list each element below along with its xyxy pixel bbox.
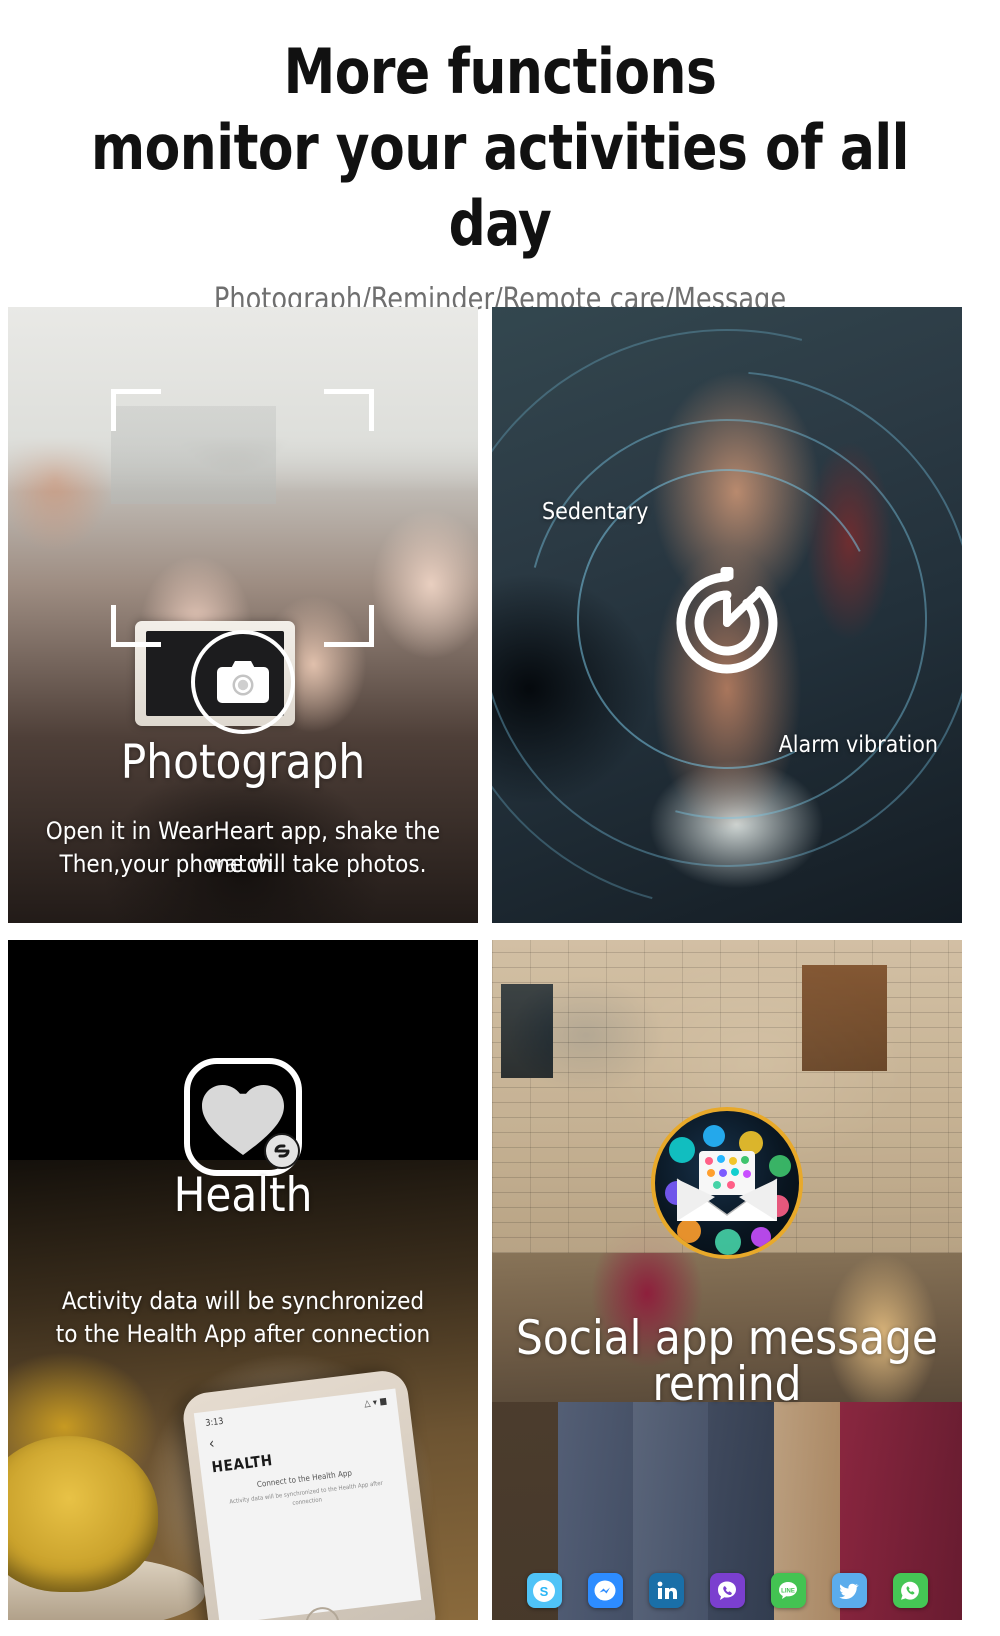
health-background-image: 3:13 △ ▾ ■ ‹ HEALTH Connect to the Healt… <box>8 940 478 1620</box>
building-door <box>802 965 887 1072</box>
page-header: More functions monitor your activities o… <box>0 0 1000 318</box>
panel-social-message[interactable]: Social app message remind S LINE <box>492 940 962 1620</box>
health-desc-line1: Activity data will be synchronized <box>61 1287 425 1315</box>
page-title-line2: monitor your activities of all day <box>91 111 909 260</box>
reminder-tag-alarm-vibration: Alarm vibration <box>778 732 938 758</box>
health-phone-mockup: 3:13 △ ▾ ■ ‹ HEALTH Connect to the Healt… <box>180 1368 438 1620</box>
photograph-desc-line2: Then,your phone will take photos. <box>59 850 427 878</box>
social-background-image <box>492 940 962 1620</box>
health-photo-region: 3:13 △ ▾ ■ ‹ HEALTH Connect to the Healt… <box>8 1160 478 1620</box>
camera-icon <box>191 630 295 734</box>
viewfinder-corner-bottom-right-icon <box>324 605 374 647</box>
panel-reminder[interactable]: Sedentary Reminder Alarm vibration <box>492 307 962 923</box>
phone-status-time: 3:13 <box>204 1416 225 1429</box>
envelope-apps-icon <box>651 1107 803 1259</box>
svg-text:LINE: LINE <box>781 1588 795 1594</box>
svg-text:S: S <box>540 1584 549 1599</box>
building-window <box>501 983 554 1078</box>
twitter-icon[interactable] <box>831 1573 867 1608</box>
coffee-cup <box>8 1436 159 1593</box>
messenger-icon[interactable] <box>587 1573 623 1608</box>
panel-health[interactable]: 3:13 △ ▾ ■ ‹ HEALTH Connect to the Healt… <box>8 940 478 1620</box>
reminder-tag-sedentary: Sedentary <box>542 499 649 525</box>
viber-icon[interactable] <box>709 1573 745 1608</box>
whatsapp-icon[interactable] <box>892 1573 928 1608</box>
stopwatch-icon <box>663 555 791 683</box>
social-app-icon-row: S LINE <box>492 1573 962 1608</box>
line-icon[interactable]: LINE <box>770 1573 806 1608</box>
viewfinder-corner-top-right-icon <box>324 389 374 431</box>
skype-icon[interactable]: S <box>526 1573 562 1608</box>
health-desc-line2: to the Health App after connection <box>55 1320 431 1348</box>
social-title-line2: remind <box>652 1357 802 1412</box>
panel-photograph[interactable]: Photograph Open it in WearHeart app, sha… <box>8 307 478 923</box>
viewfinder-corner-bottom-left-icon <box>111 605 161 647</box>
feature-grid: Photograph Open it in WearHeart app, sha… <box>8 307 992 1620</box>
health-phone-screen: 3:13 △ ▾ ■ ‹ HEALTH Connect to the Healt… <box>194 1387 422 1620</box>
linkedin-icon[interactable] <box>648 1573 684 1608</box>
health-title: Health <box>173 1168 313 1223</box>
marketing-page: More functions monitor your activities o… <box>0 0 1000 1636</box>
heart-link-icon <box>178 1052 308 1182</box>
photograph-title: Photograph <box>120 735 366 790</box>
page-title-line1: More functions <box>283 35 717 108</box>
viewfinder-corner-top-left-icon <box>111 389 161 431</box>
